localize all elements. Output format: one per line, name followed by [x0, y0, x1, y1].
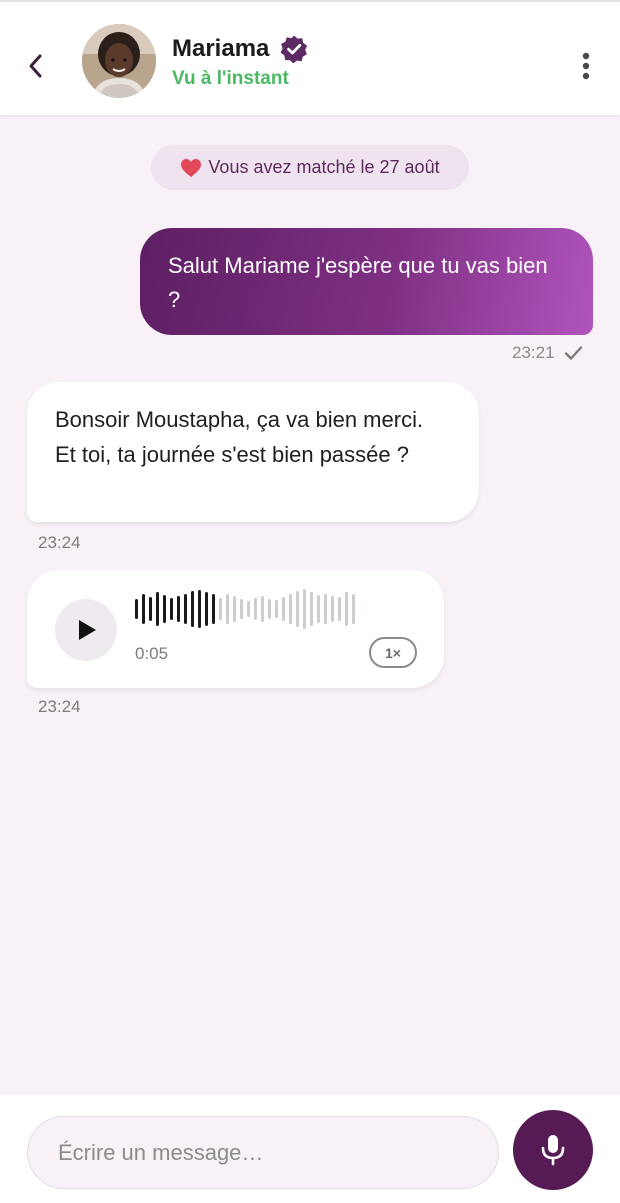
waveform-bar — [296, 591, 299, 627]
waveform-bar — [156, 592, 159, 626]
more-options-button[interactable] — [574, 46, 598, 86]
outgoing-message-bubble[interactable]: Salut Mariame j'espère que tu vas bien ? — [140, 228, 593, 335]
waveform-bar — [212, 594, 215, 624]
playback-speed-button[interactable]: 1× — [369, 637, 417, 668]
waveform-bar — [233, 596, 236, 622]
waveform-bar — [303, 589, 306, 629]
microphone-icon — [541, 1135, 565, 1166]
message-timestamp: 23:21 — [512, 343, 555, 362]
waveform-bar — [142, 594, 145, 624]
waveform-bar — [198, 590, 201, 628]
heart-icon — [181, 158, 202, 177]
waveform-bar — [191, 591, 194, 627]
waveform-bar — [338, 597, 341, 621]
waveform-bar — [345, 592, 348, 626]
match-banner: Vous avez matché le 27 août — [151, 145, 469, 190]
waveform-bar — [205, 592, 208, 626]
incoming-message-bubble[interactable]: Bonsoir Moustapha, ça va bien merci. Et … — [27, 382, 479, 522]
waveform-bar — [331, 596, 334, 622]
verified-badge-icon — [280, 35, 308, 64]
waveform-bar — [352, 594, 355, 624]
waveform-bar — [317, 595, 320, 623]
message-input[interactable] — [27, 1116, 499, 1189]
contact-name: Mariama — [172, 35, 270, 62]
play-icon — [79, 620, 96, 640]
waveform-bar — [310, 592, 313, 626]
voice-record-button[interactable] — [513, 1110, 593, 1190]
waveform-bar — [289, 594, 292, 624]
chevron-left-icon — [29, 54, 42, 78]
waveform-bar — [170, 598, 173, 620]
waveform-bar — [149, 597, 152, 621]
back-button[interactable] — [22, 46, 50, 86]
waveform-bar — [135, 599, 138, 619]
message-text: Salut Mariame j'espère que tu vas bien ? — [168, 253, 548, 312]
chat-header: Mariama Vu à l'instant — [0, 2, 620, 116]
waveform-bar — [184, 594, 187, 624]
voice-duration: 0:05 — [135, 644, 169, 663]
waveform-bar — [282, 597, 285, 621]
waveform-bar — [324, 594, 327, 624]
waveform-bar — [177, 596, 180, 622]
waveform-bar — [240, 599, 243, 619]
waveform-bar — [261, 596, 264, 622]
avatar-photo — [82, 24, 156, 98]
voice-waveform[interactable] — [133, 588, 357, 630]
waveform-bar — [254, 598, 257, 620]
avatar[interactable] — [82, 24, 156, 98]
waveform-bar — [247, 601, 250, 617]
composer-bar — [0, 1095, 620, 1203]
voice-message-bubble[interactable]: 0:05 1× — [27, 570, 444, 688]
waveform-bar — [268, 599, 271, 619]
waveform-bar — [226, 594, 229, 624]
check-icon — [564, 346, 583, 360]
waveform-bar — [163, 595, 166, 623]
waveform-bar — [275, 600, 278, 618]
match-banner-text: Vous avez matché le 27 août — [208, 157, 440, 177]
contact-status: Vu à l'instant — [172, 68, 289, 89]
more-vertical-icon — [582, 52, 590, 80]
message-timestamp: 23:24 — [38, 697, 81, 716]
play-button[interactable] — [55, 599, 117, 661]
message-timestamp: 23:24 — [38, 533, 81, 552]
waveform-bar — [219, 598, 222, 620]
message-text: Bonsoir Moustapha, ça va bien merci. Et … — [55, 407, 424, 467]
